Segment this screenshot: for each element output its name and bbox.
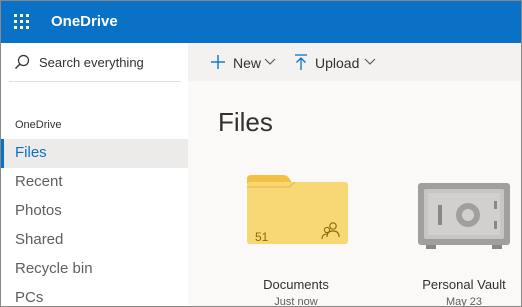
tile-modified-date: May 23 <box>445 296 483 307</box>
files-content: Files 51 Documents Just now Personal Vau… <box>188 81 521 306</box>
chevron-down-icon <box>364 58 376 65</box>
search-icon <box>15 54 30 69</box>
page-title: Files <box>218 107 273 137</box>
sidebar-item-shared[interactable]: Shared <box>1 226 188 255</box>
app-header: OneDrive <box>1 1 521 43</box>
new-button[interactable]: New <box>208 43 278 81</box>
tile-name: Personal Vault <box>422 277 506 292</box>
vault-safe-icon <box>418 183 510 249</box>
onedrive-window: OneDrive Search everything OneDrive File… <box>0 0 522 307</box>
plus-icon <box>211 55 225 69</box>
folder-tile-personal-vault[interactable]: Personal Vault May 23 <box>399 173 521 306</box>
item-count-badge: 51 <box>255 230 269 244</box>
sidebar-item-recycle-bin[interactable]: Recycle bin <box>1 255 188 284</box>
upload-button-label: Upload <box>315 55 360 71</box>
sidebar-item-label: Recent <box>15 173 63 190</box>
tile-modified-date: Just now <box>274 296 318 307</box>
app-title[interactable]: OneDrive <box>51 13 118 30</box>
search-input[interactable]: Search everything <box>39 55 144 70</box>
sidebar-item-label: Files <box>15 144 47 161</box>
sidebar-item-recent[interactable]: Recent <box>1 168 188 197</box>
upload-button[interactable]: Upload <box>291 43 381 81</box>
sidebar-item-files[interactable]: Files <box>1 139 188 168</box>
sidebar-item-label: PCs <box>15 289 44 306</box>
sidebar-item-label: Shared <box>15 231 64 248</box>
chevron-down-icon <box>264 58 276 65</box>
search-box[interactable]: Search everything <box>1 43 188 83</box>
search-divider <box>9 81 181 82</box>
command-bar: New Upload <box>188 43 521 81</box>
sidebar-item-photos[interactable]: Photos <box>1 197 188 226</box>
sidebar-item-pcs[interactable]: PCs <box>1 284 188 306</box>
tile-name: Documents <box>263 277 329 292</box>
nav-section-header: OneDrive <box>15 119 62 131</box>
app-launcher-icon[interactable] <box>14 14 30 30</box>
new-button-label: New <box>233 55 262 71</box>
sidebar-item-label: Recycle bin <box>15 260 93 277</box>
sidebar-item-label: Photos <box>15 202 62 219</box>
upload-arrow-icon <box>295 54 307 70</box>
sidebar: Search everything OneDrive Files Recent … <box>1 43 188 306</box>
folder-tile-documents[interactable]: 51 Documents Just now <box>231 173 361 306</box>
